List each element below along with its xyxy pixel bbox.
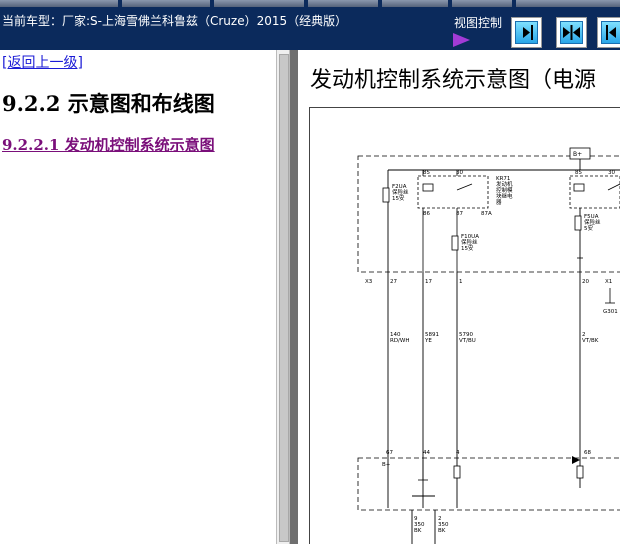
relay-pin-87a: 87A — [481, 211, 492, 217]
relay-desc-4: 器 — [496, 199, 502, 206]
document-title: 发动机控制系统示意图（电源 — [310, 68, 597, 93]
view-control-label: 视图控制 — [454, 16, 503, 30]
subsection-link[interactable]: 9.2.2.1 发动机控制系统示意图 — [2, 134, 215, 155]
relay2-pin-30: 30 — [608, 170, 615, 176]
bottom-wire2-color: BK — [438, 528, 446, 534]
module-pin-4: 4 — [456, 450, 460, 456]
fuse-right-rating: 5安 — [584, 224, 593, 232]
navigation-scrollbar[interactable] — [276, 50, 290, 544]
connector-pin-27: 27 — [390, 279, 397, 285]
section-title: 9.2.2 示意图和布线图 — [2, 91, 215, 116]
collapse-left-pane-icon — [523, 25, 533, 40]
fuse-left-type: 保险丝 — [392, 188, 409, 196]
document-pane: 发动机控制系统示意图（电源 B+ F2UA 保险丝 15安 85 30 86 8… — [298, 50, 620, 544]
triangle-right-icon — [453, 33, 470, 47]
wire3-color: VT/BU — [459, 338, 476, 344]
connector-pin-20: 20 — [582, 279, 589, 285]
navigation-pane: [返回上一级] 9.2.2 示意图和布线图 9.2.2.1 发动机控制系统示意图 — [0, 50, 276, 544]
collapse-right-pane-icon — [606, 25, 616, 40]
relay-pin-86: 86 — [423, 211, 430, 217]
connector-label: X3 — [365, 279, 373, 285]
fuse-right-type: 保险丝 — [584, 218, 601, 226]
connector-x1: X1 — [605, 279, 612, 285]
wire1-color: RD/WH — [390, 338, 409, 344]
tab-5[interactable] — [382, 0, 450, 7]
split-both-panes-icon — [563, 25, 580, 40]
relay-desc-1: 发动机 — [496, 180, 513, 188]
fuse-mid-type: 保险丝 — [461, 238, 478, 246]
view-button-collapse-left[interactable] — [511, 17, 542, 48]
tab-6[interactable] — [452, 0, 514, 7]
module-pin-44: 44 — [423, 450, 430, 456]
wire2-color: YE — [424, 338, 432, 344]
battery-label: B+ — [573, 151, 582, 158]
relay-desc-3: 块继电 — [496, 192, 513, 200]
connector-pin-17: 17 — [425, 279, 432, 285]
tab-3[interactable] — [214, 0, 306, 7]
view-button-split[interactable] — [556, 17, 587, 48]
view-button-collapse-right[interactable] — [597, 17, 620, 48]
relay-pin-85: 85 — [423, 170, 430, 176]
tab-2[interactable] — [122, 0, 212, 7]
relay2-pin-85: 85 — [575, 170, 582, 176]
top-toolbar: 当前车型：厂家:S-上海雪佛兰科鲁兹（Cruze）2015（经典版） 视图控制 — [0, 0, 620, 50]
pane-splitter[interactable] — [290, 50, 298, 544]
connector-pin-1: 1 — [459, 279, 463, 285]
relay-desc-2: 控制模 — [496, 186, 513, 194]
back-link[interactable]: [返回上一级] — [2, 52, 83, 72]
fuse-left-rating: 15安 — [392, 194, 405, 202]
tab-4[interactable] — [308, 0, 380, 7]
vehicle-model-label: 当前车型：厂家:S-上海雪佛兰科鲁兹（Cruze）2015（经典版） — [2, 14, 348, 28]
wiring-diagram: B+ F2UA 保险丝 15安 85 30 86 87 87A KR71 发动机… — [309, 107, 620, 544]
wiring-diagram-svg: B+ F2UA 保险丝 15安 85 30 86 87 87A KR71 发动机… — [357, 147, 620, 544]
wire4-color: VT/BK — [582, 338, 599, 344]
module-bplus: B+ — [382, 462, 391, 468]
tab-1[interactable] — [0, 0, 120, 7]
tab-7[interactable] — [516, 0, 620, 7]
fuse-mid-rating: 15安 — [461, 244, 474, 252]
module-pin-68: 68 — [584, 450, 591, 456]
module-pin-67: 67 — [386, 450, 393, 456]
bottom-wire1-color: BK — [414, 528, 422, 534]
scrollbar-thumb[interactable] — [279, 54, 289, 542]
ground-label: G301 — [603, 309, 618, 315]
